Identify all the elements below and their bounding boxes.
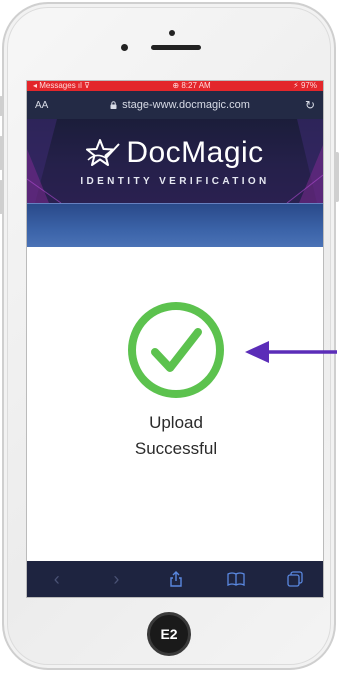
volume-up-button <box>0 136 3 170</box>
reload-icon[interactable]: ↻ <box>301 98 315 112</box>
proximity-sensor <box>121 44 128 51</box>
result-line-1: Upload <box>149 413 203 432</box>
url-text: stage-www.docmagic.com <box>122 99 250 111</box>
browser-address-bar: AA stage-www.docmagic.com ↻ <box>27 91 323 119</box>
text-size-button[interactable]: AA <box>35 100 59 111</box>
brand-logo: DocMagic <box>86 136 263 170</box>
step-badge: E2 <box>147 612 191 656</box>
power-button <box>335 152 339 202</box>
status-bar: ◂ Messages ıl ⊽ ⊕ 8:27 AM ⚡ 97% <box>27 81 323 91</box>
tabs-icon[interactable] <box>280 567 310 591</box>
header-band <box>27 203 323 247</box>
bookmarks-icon[interactable] <box>221 567 251 591</box>
mute-switch <box>0 96 3 116</box>
status-battery: ⚡ 97% <box>293 81 317 90</box>
annotation-arrow <box>245 341 337 363</box>
url-field[interactable]: stage-www.docmagic.com <box>59 99 301 111</box>
check-circle-icon <box>128 302 224 398</box>
tabs-glyph <box>287 571 303 587</box>
result-line-2: Successful <box>134 439 218 458</box>
back-icon[interactable]: ‹ <box>42 567 72 591</box>
upload-result: Upload Successful <box>27 247 323 549</box>
header-decoration-right <box>286 119 323 203</box>
header-decoration-left <box>27 119 62 203</box>
share-glyph <box>170 571 182 587</box>
share-icon[interactable] <box>161 567 191 591</box>
volume-down-button <box>0 180 3 214</box>
brand-name: DocMagic <box>126 135 264 169</box>
step-badge-label: E2 <box>160 626 178 642</box>
forward-icon[interactable]: › <box>101 567 131 591</box>
front-camera <box>169 30 175 36</box>
book-glyph <box>226 572 245 586</box>
browser-toolbar: ‹ › <box>27 561 323 597</box>
earpiece-speaker <box>151 45 201 50</box>
star-logo-icon <box>86 138 121 166</box>
brand-subtitle: IDENTITY VERIFICATION <box>80 175 270 187</box>
lock-icon <box>110 101 117 109</box>
status-back-to-app[interactable]: ◂ Messages ıl ⊽ <box>33 81 90 91</box>
status-time: ⊕ 8:27 AM <box>172 81 211 90</box>
brand-header: DocMagic IDENTITY VERIFICATION <box>27 119 323 203</box>
